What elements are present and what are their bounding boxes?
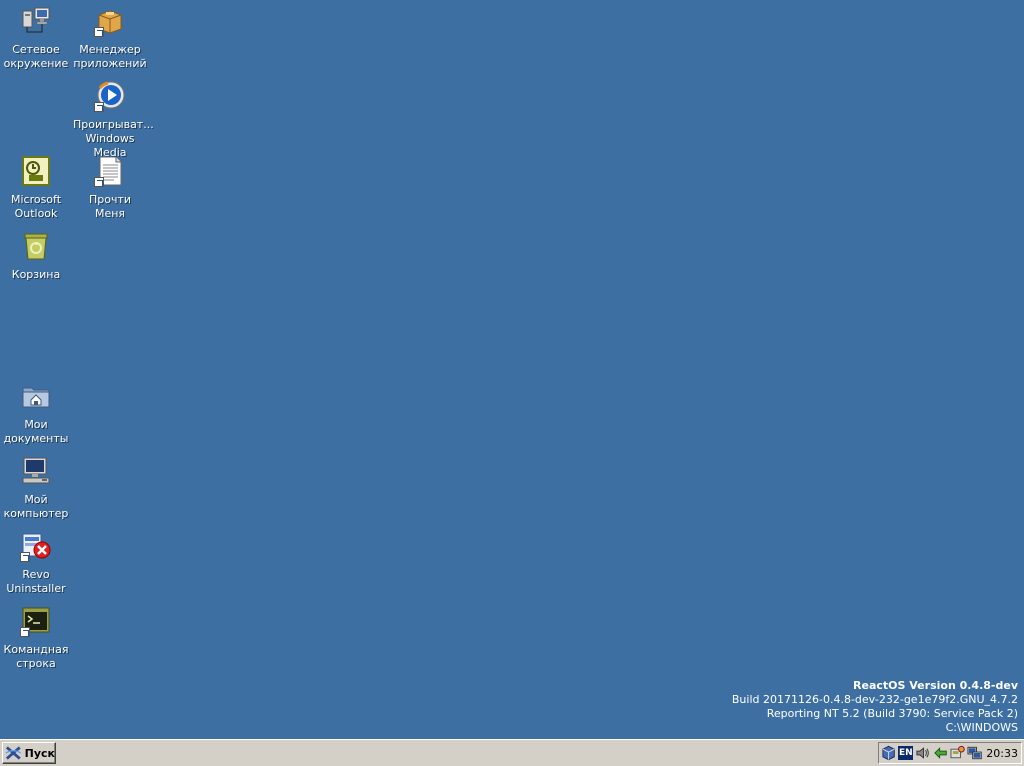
reactos-logo-icon [5,746,22,760]
desktop-icon-my-documents[interactable]: Мои документы [0,380,73,446]
desktop-icon-my-computer[interactable]: Мой компьютер [0,455,73,521]
shortcut-arrow-icon [94,102,104,112]
safely-remove-hardware-icon[interactable] [950,745,965,761]
computer-icon [20,455,52,487]
desktop-icon-label: Revo Uninstaller [6,568,66,595]
shortcut-arrow-icon [94,27,104,37]
version-build: Build 20171126-0.4.8-dev-232-ge1e79f2.GN… [731,693,1018,706]
desktop-icon-label: Прочти Меня [88,193,132,220]
desktop-icon-label: Мой компьютер [3,493,69,520]
desktop-icon-network[interactable]: Сетевое окружение [0,5,73,71]
outlook-icon [20,155,52,187]
desktop[interactable]: Сетевое окружение Менеджер приложений Пр… [0,0,1024,739]
display-icon[interactable] [967,745,982,761]
folder-icon [20,380,52,412]
media-player-icon [94,80,126,112]
terminal-icon [20,605,52,637]
taskbar: Пуск EN 20:33 [0,739,1024,766]
desktop-icon-label: Сетевое окружение [3,43,69,70]
desktop-icon-label: Менеджер приложений [73,43,147,70]
shortcut-arrow-icon [20,627,30,637]
desktop-icon-recycle-bin[interactable]: Корзина [0,230,73,282]
start-button[interactable]: Пуск [2,742,56,764]
version-reporting: Reporting NT 5.2 (Build 3790: Service Pa… [766,707,1018,720]
shortcut-arrow-icon [20,552,30,562]
version-path: C:\WINDOWS [945,721,1018,734]
desktop-icon-media-player[interactable]: Проигрыват... Windows Media [73,80,154,160]
desktop-icon-label: Проигрыват... Windows Media [73,118,154,159]
system-tray: EN 20:33 [878,742,1022,764]
clock[interactable]: 20:33 [986,747,1018,760]
volume-icon[interactable] [915,745,930,761]
desktop-icon-revo-uninstaller[interactable]: Revo Uninstaller [0,530,73,596]
recycle-bin-icon [20,230,52,262]
desktop-icon-label: Microsoft Outlook [10,193,62,220]
desktop-icon-outlook[interactable]: Microsoft Outlook [0,155,73,221]
version-info: ReactOS Version 0.4.8-dev Build 20171126… [732,679,1018,735]
uninstaller-icon [20,530,52,562]
desktop-icon-label: Командная строка [3,643,69,670]
network-icon [20,5,52,37]
desktop-icon-command-prompt[interactable]: Командная строка [0,605,73,671]
desktop-icon-readme[interactable]: Прочти Меня [73,155,147,221]
language-indicator[interactable]: EN [898,746,914,760]
shortcut-arrow-icon [94,177,104,187]
network-status-icon[interactable] [933,745,948,761]
document-icon [94,155,126,187]
virtualbox-icon[interactable] [881,745,896,761]
desktop-icon-app-manager[interactable]: Менеджер приложений [73,5,147,71]
start-label: Пуск [24,746,55,760]
desktop-icon-label: Корзина [11,268,61,281]
version-title: ReactOS Version 0.4.8-dev [853,679,1018,692]
desktop-icon-label: Мои документы [3,418,69,445]
package-icon [94,5,126,37]
